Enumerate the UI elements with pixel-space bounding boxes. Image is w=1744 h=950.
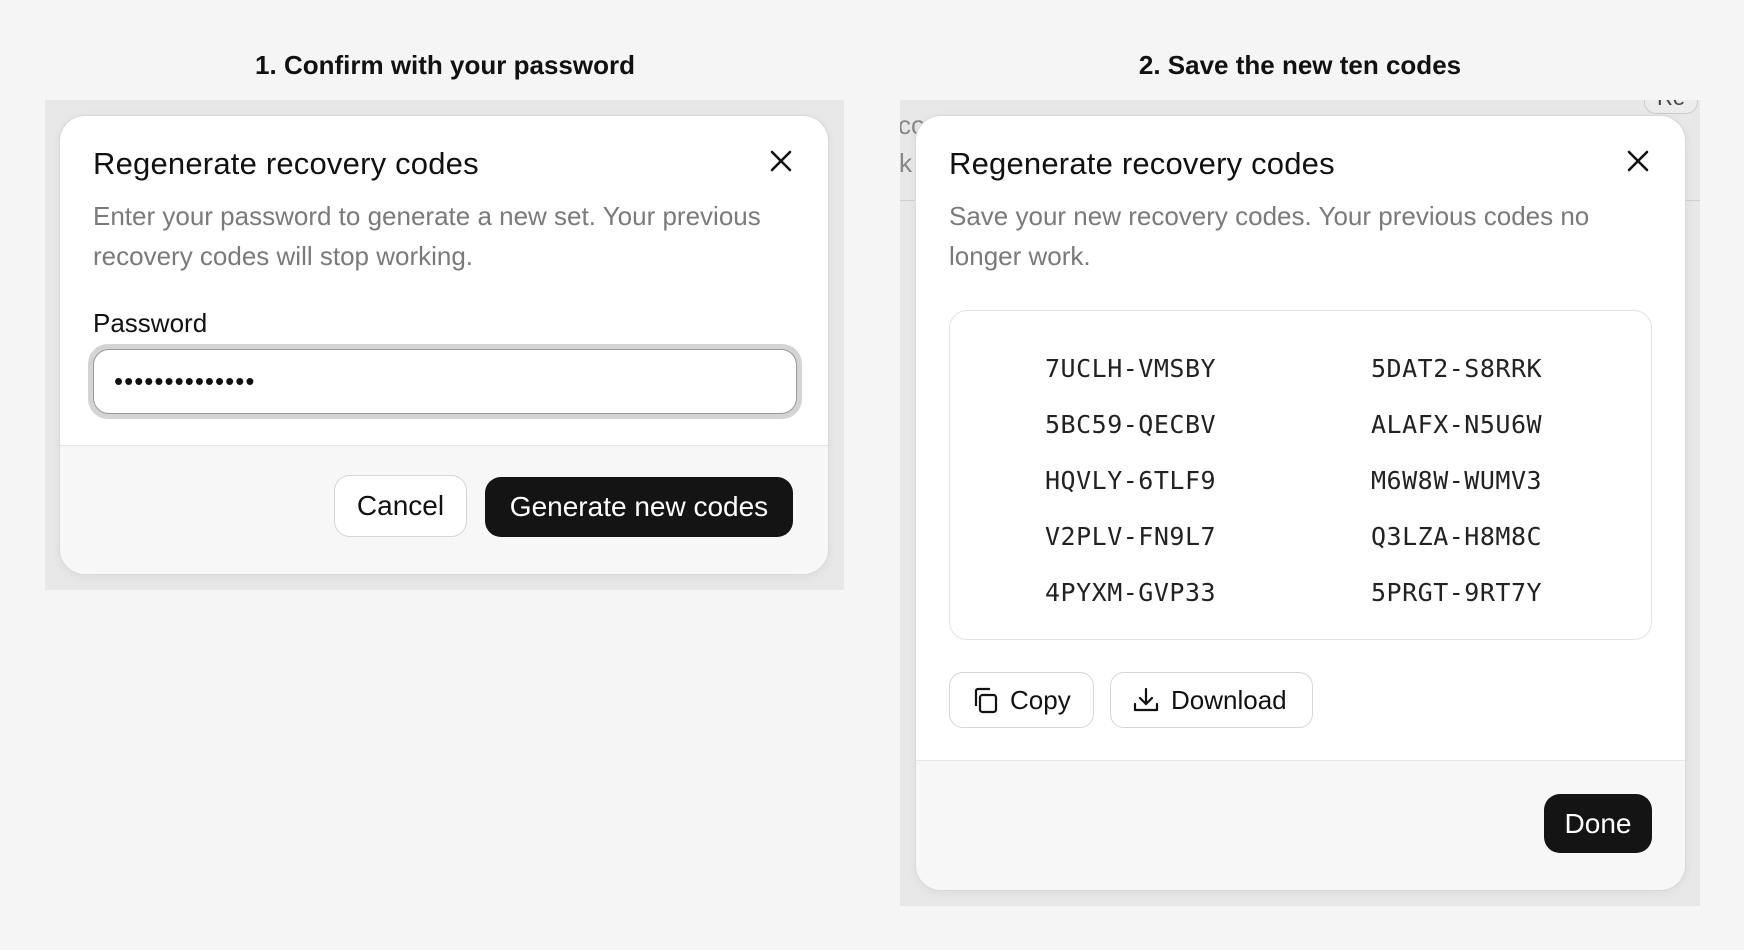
close-icon [1626,149,1650,173]
recovery-code: V2PLV-FN9L7 [1045,522,1217,551]
done-button[interactable]: Done [1544,794,1652,853]
download-icon [1131,685,1161,715]
recovery-code: 5BC59-QECBV [1045,410,1217,439]
copy-icon [970,685,1000,715]
password-label: Password [93,308,208,338]
step-2-frame: co k Re Regenerate recovery codes Save y… [900,100,1700,906]
dialog-description: Save your new recovery codes. Your previ… [949,201,1590,271]
dialog-footer: Cancel Generate new codes [60,445,828,574]
background-chip: Re [1644,100,1699,114]
recovery-codes-grid: 7UCLH-VMSBY 5DAT2-S8RRK 5BC59-QECBV ALAF… [1045,341,1605,621]
recovery-code: Q3LZA-H8M8C [1371,522,1543,551]
recovery-code: 4PYXM-GVP33 [1045,578,1217,607]
copy-button[interactable]: Copy [949,672,1094,728]
password-confirm-dialog: Regenerate recovery codes Enter your pas… [59,115,829,575]
recovery-codes-box: 7UCLH-VMSBY 5DAT2-S8RRK 5BC59-QECBV ALAF… [949,310,1652,640]
close-button[interactable] [764,144,798,178]
recovery-code: 5DAT2-S8RRK [1371,354,1543,383]
step-1-frame: Regenerate recovery codes Enter your pas… [45,100,844,590]
step-1-heading: 1. Confirm with your password [255,50,635,80]
password-focus-ring [88,344,802,419]
recovery-code: 5PRGT-9RT7Y [1371,578,1543,607]
dialog-title: Regenerate recovery codes [93,146,479,181]
recovery-code: 7UCLH-VMSBY [1045,354,1217,383]
password-input[interactable] [93,349,797,414]
dialog-title: Regenerate recovery codes [949,146,1335,181]
cancel-button[interactable]: Cancel [334,475,467,537]
dialog-description: Enter your password to generate a new se… [93,201,761,271]
generate-new-codes-button[interactable]: Generate new codes [485,477,793,537]
background-text-fragment: k [900,148,912,178]
download-button[interactable]: Download [1110,672,1313,728]
step-2-heading: 2. Save the new ten codes [1138,50,1462,80]
recovery-code: HQVLY-6TLF9 [1045,466,1217,495]
recovery-code: ALAFX-N5U6W [1371,410,1543,439]
recovery-code: M6W8W-WUMV3 [1371,466,1543,495]
copy-label: Copy [1010,684,1071,715]
close-icon [769,149,793,173]
download-label: Download [1171,684,1287,715]
recovery-codes-dialog: Regenerate recovery codes Save your new … [915,115,1686,891]
close-button[interactable] [1621,144,1655,178]
dialog-footer: Done [916,760,1685,890]
